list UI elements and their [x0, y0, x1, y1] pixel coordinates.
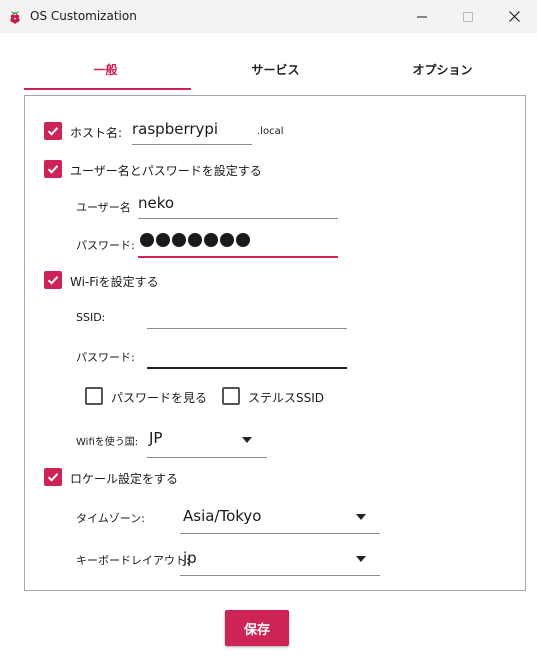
timezone-label: タイムゾーン:	[76, 512, 145, 525]
username-underline	[138, 218, 338, 219]
keyboard-underline	[180, 575, 380, 576]
chevron-down-icon[interactable]	[356, 514, 366, 520]
hostname-checkbox[interactable]	[44, 122, 62, 140]
keyboard-label: キーボードレイアウト:	[76, 554, 190, 567]
wifi-password-label: パスワード:	[76, 351, 135, 364]
username-label: ユーザー名	[76, 201, 131, 214]
hostname-suffix: .local	[257, 126, 284, 137]
tab-options[interactable]: オプション	[361, 48, 524, 90]
ssid-label: SSID:	[76, 311, 106, 324]
raspberry-pi-icon	[10, 11, 20, 24]
tab-services[interactable]: サービス	[194, 48, 357, 90]
tab-general[interactable]: 一般	[24, 48, 187, 90]
wifi-label: Wi-Fiを設定する	[70, 275, 159, 289]
password-dot	[156, 233, 170, 247]
wifi-country-underline	[147, 457, 267, 458]
wifi-country-select[interactable]: JP	[149, 429, 162, 447]
username-input[interactable]: neko	[138, 194, 174, 212]
locale-checkbox[interactable]	[44, 468, 62, 486]
ssid-underline	[147, 328, 347, 329]
password-underline	[138, 256, 338, 258]
chevron-down-icon[interactable]	[356, 556, 366, 562]
hostname-underline	[132, 144, 252, 145]
password-dot	[188, 233, 202, 247]
password-dot	[220, 233, 234, 247]
wifi-country-label: Wifiを使う国:	[76, 437, 139, 448]
timezone-underline	[180, 533, 380, 534]
locale-label: ロケール設定をする	[70, 472, 179, 486]
password-dot	[204, 233, 218, 247]
hostname-input[interactable]: raspberrypi	[132, 120, 218, 138]
settings-panel: ホスト名: raspberrypi .local ユーザー名とパスワードを設定す…	[24, 95, 526, 591]
window-title: OS Customization	[30, 9, 137, 23]
password-dot	[236, 233, 250, 247]
minimize-icon	[417, 16, 427, 17]
password-dot	[140, 233, 154, 247]
hidden-ssid-label: ステルスSSID	[248, 391, 325, 405]
close-icon	[508, 11, 520, 22]
password-input[interactable]	[140, 233, 250, 247]
minimize-button[interactable]	[399, 0, 445, 33]
timezone-select[interactable]: Asia/Tokyo	[183, 507, 262, 525]
password-dot	[172, 233, 186, 247]
password-label: パスワード:	[76, 239, 135, 252]
checkmark-icon	[47, 165, 59, 174]
wifi-checkbox[interactable]	[44, 271, 62, 289]
active-tab-indicator	[24, 88, 191, 90]
show-password-label: パスワードを見る	[111, 391, 208, 405]
set-user-checkbox[interactable]	[44, 160, 62, 178]
hostname-label: ホスト名:	[70, 126, 123, 140]
checkmark-icon	[47, 276, 59, 285]
maximize-button[interactable]	[445, 0, 491, 33]
chevron-down-icon[interactable]	[242, 437, 252, 443]
checkmark-icon	[47, 473, 59, 482]
keyboard-select[interactable]: jp	[183, 549, 197, 567]
wifi-password-underline	[147, 367, 347, 369]
set-user-label: ユーザー名とパスワードを設定する	[70, 164, 262, 178]
show-password-checkbox[interactable]	[85, 387, 103, 405]
save-button[interactable]: 保存	[225, 610, 289, 646]
maximize-icon	[463, 11, 473, 22]
close-button[interactable]	[491, 0, 537, 33]
title-bar: OS Customization	[0, 0, 537, 33]
checkmark-icon	[47, 127, 59, 136]
tab-bar: 一般 サービス オプション	[24, 48, 513, 90]
hidden-ssid-checkbox[interactable]	[222, 387, 240, 405]
